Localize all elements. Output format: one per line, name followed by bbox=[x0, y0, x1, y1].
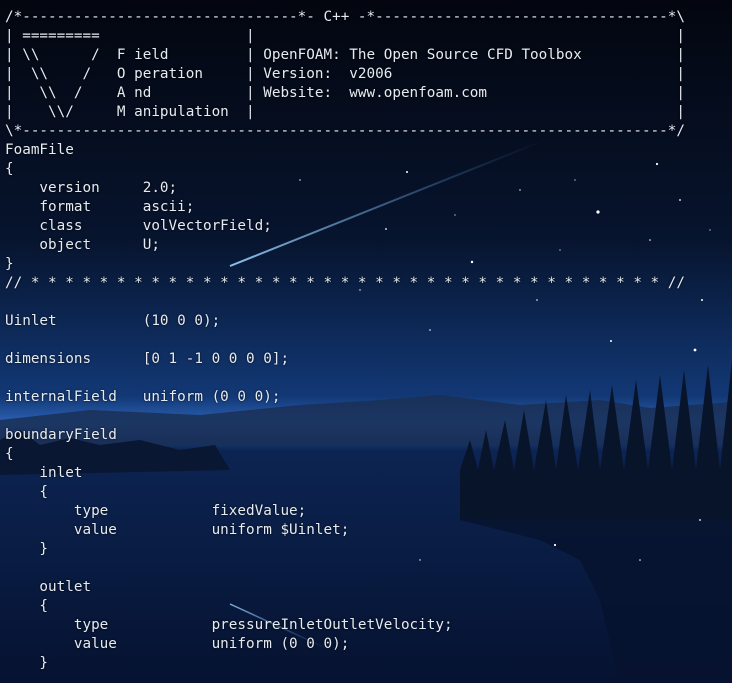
header-line: | \\ / A nd | Website: www.openfoam.com … bbox=[5, 85, 685, 101]
code-line: } bbox=[5, 256, 14, 272]
header-line: | \\ / F ield | OpenFOAM: The Open Sourc… bbox=[5, 47, 685, 63]
code-line: dimensions [0 1 -1 0 0 0 0]; bbox=[5, 351, 290, 367]
code-line: } bbox=[5, 655, 49, 671]
code-line: object U; bbox=[5, 237, 160, 253]
code-line: { bbox=[5, 161, 14, 177]
code-line: value uniform $Uinlet; bbox=[5, 522, 350, 538]
code-line: internalField uniform (0 0 0); bbox=[5, 389, 281, 405]
code-line: { bbox=[5, 598, 49, 614]
code-line: inlet bbox=[5, 465, 83, 481]
header-line: | ========= | | bbox=[5, 28, 685, 44]
code-line: version 2.0; bbox=[5, 180, 178, 196]
code-line: value uniform (0 0 0); bbox=[5, 636, 350, 652]
header-line: | \\/ M anipulation | | bbox=[5, 104, 685, 120]
code-line: FoamFile bbox=[5, 142, 74, 158]
terminal-output: /*--------------------------------*- C++… bbox=[0, 0, 732, 683]
separator-comment: // * * * * * * * * * * * * * * * * * * *… bbox=[5, 275, 685, 291]
code-line: { bbox=[5, 484, 49, 500]
code-line: } bbox=[5, 541, 49, 557]
header-line: | \\ / O peration | Version: v2006 | bbox=[5, 66, 685, 82]
code-line: type pressureInletOutletVelocity; bbox=[5, 617, 453, 633]
code-line: type fixedValue; bbox=[5, 503, 307, 519]
header-border-top: /*--------------------------------*- C++… bbox=[5, 9, 685, 25]
code-line: class volVectorField; bbox=[5, 218, 272, 234]
code-line: Uinlet (10 0 0); bbox=[5, 313, 221, 329]
code-line: format ascii; bbox=[5, 199, 195, 215]
code-line: outlet bbox=[5, 579, 92, 595]
code-line: boundaryField bbox=[5, 427, 117, 443]
header-border-bottom: \*--------------------------------------… bbox=[5, 123, 685, 139]
code-line: { bbox=[5, 446, 14, 462]
